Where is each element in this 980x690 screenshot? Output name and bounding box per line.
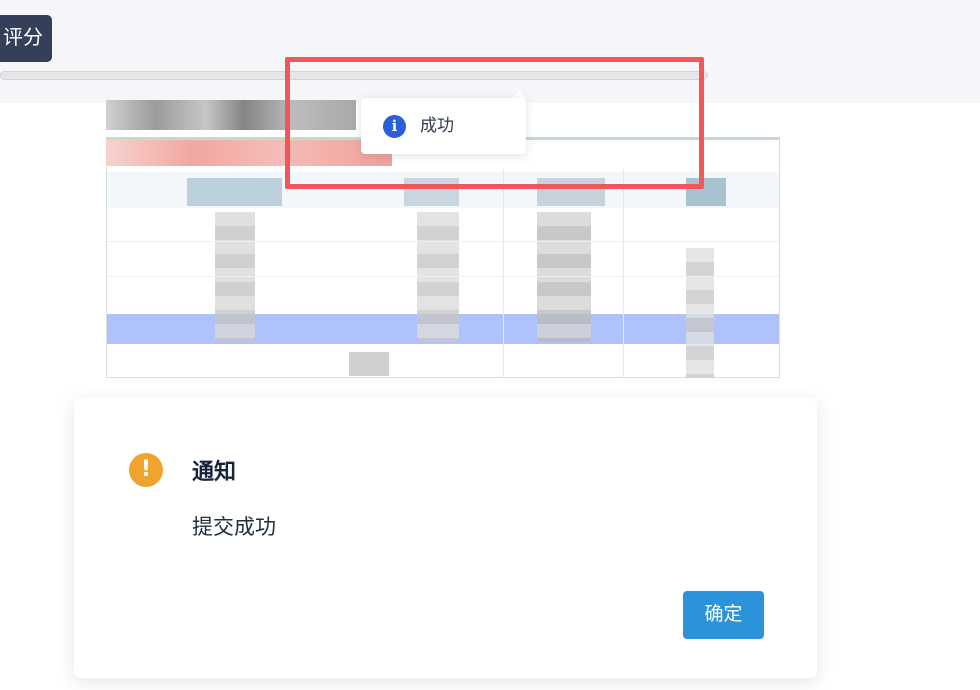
blurred-column (215, 212, 255, 342)
table-divider (107, 241, 779, 242)
blurred-cell (349, 352, 389, 376)
table-divider (503, 170, 504, 377)
dialog-message: 提交成功 (192, 515, 276, 539)
table-divider (107, 276, 779, 277)
blurred-column (686, 248, 714, 378)
table-divider (623, 170, 624, 377)
blurred-header-cell (187, 178, 282, 206)
blurred-column (417, 212, 459, 342)
warning-icon: ! (129, 453, 163, 487)
dialog-title: 通知 (192, 460, 237, 485)
highlight-box (285, 57, 704, 189)
notification-dialog: ! 通知 提交成功 确定 (74, 398, 817, 678)
confirm-button[interactable]: 确定 (683, 591, 764, 639)
score-button[interactable]: 评分 (0, 15, 52, 62)
blurred-column (537, 212, 591, 342)
